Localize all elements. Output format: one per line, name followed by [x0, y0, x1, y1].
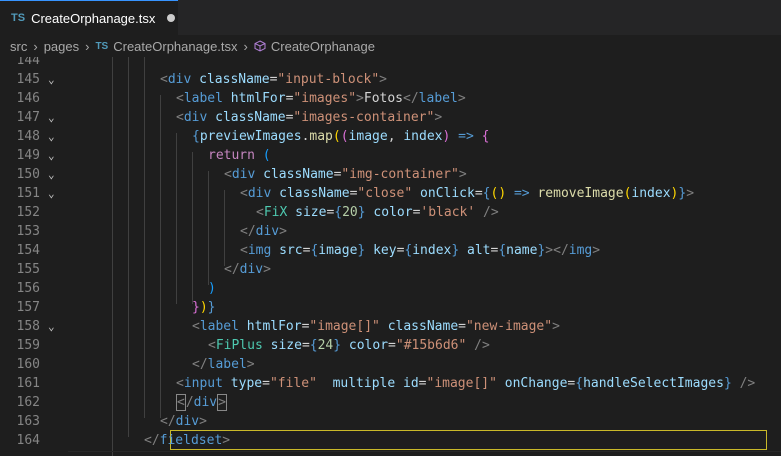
line-number: 145: [16, 72, 40, 87]
code-line: 146 <label htmlFor="images">Fotos</label…: [0, 89, 781, 108]
code-text: </fieldset>: [144, 433, 231, 448]
typescript-icon: TS: [11, 12, 26, 24]
code-text: <FiPlus size={24} color="#15b6d6" />: [208, 338, 490, 353]
code-line: 150 ⌄ <div className="img-container">: [0, 165, 781, 184]
fold-icon[interactable]: ⌄: [48, 317, 60, 336]
tab-bar: TS CreateOrphanage.tsx: [0, 0, 781, 35]
code-text: <div className="images-container">: [176, 110, 443, 125]
code-line: 161 <input type="file" multiple id="imag…: [0, 374, 781, 393]
code-line: 153 </div>: [0, 222, 781, 241]
breadcrumb-symbol[interactable]: CreateOrphanage: [271, 39, 375, 54]
code-text: </div>: [160, 414, 207, 429]
code-text: })}: [192, 300, 216, 315]
code-text: ): [208, 281, 216, 296]
line-number: 155: [16, 262, 40, 277]
code-line: 149 ⌄ return (: [0, 146, 781, 165]
line-number: 150: [16, 167, 40, 182]
line-number: 149: [16, 148, 40, 163]
fold-icon[interactable]: ⌄: [48, 146, 60, 165]
code-line: 154 <img src={image} key={index} alt={na…: [0, 241, 781, 260]
code-text: <FiX size={20} color='black' />: [256, 205, 499, 220]
code-text: <input type="file" multiple id="image[]"…: [176, 376, 756, 391]
line-number: 153: [16, 224, 40, 239]
line-number: 154: [16, 243, 40, 258]
code-text: <div className="close" onClick={() => re…: [240, 186, 695, 201]
tab-title: CreateOrphanage.tsx: [31, 10, 156, 26]
code-text: return (: [208, 148, 271, 163]
code-text: </div>: [176, 394, 227, 411]
code-line: 155 </div>: [0, 260, 781, 279]
line-number: 160: [16, 357, 40, 372]
line-number: 144: [16, 57, 40, 68]
line-number: 164: [16, 433, 40, 448]
breadcrumb-pages[interactable]: pages: [44, 39, 79, 54]
code-line: 151 ⌄ <div className="close" onClick={()…: [0, 184, 781, 203]
code-line: 157 })}: [0, 298, 781, 317]
code-line: 148 ⌄ {previewImages.map((image, index) …: [0, 127, 781, 146]
code-editor[interactable]: 144 145 ⌄ <div className="input-block"> …: [0, 57, 781, 456]
chevron-right-icon: ›: [243, 38, 248, 54]
typescript-icon: TS: [95, 40, 109, 52]
unsaved-dot-icon[interactable]: [167, 14, 176, 22]
line-number: 152: [16, 205, 40, 220]
chevron-right-icon: ›: [85, 38, 90, 54]
fold-icon[interactable]: ⌄: [48, 184, 60, 203]
code-line: 158 ⌄ <label htmlFor="image[]" className…: [0, 317, 781, 336]
code-text: <label htmlFor="image[]" className="new-…: [192, 319, 560, 334]
code-line: 144: [0, 57, 781, 70]
line-number: 148: [16, 129, 40, 144]
code-text: </div>: [240, 224, 287, 239]
line-number: 162: [16, 395, 40, 410]
fold-icon[interactable]: ⌄: [48, 70, 60, 89]
code-line: 162 </div>: [0, 393, 781, 412]
current-line-highlight: [68, 451, 781, 456]
code-line: 152 <FiX size={20} color='black' />: [0, 203, 781, 222]
fold-icon[interactable]: ⌄: [48, 165, 60, 184]
code-text: {previewImages.map((image, index) => {: [192, 129, 490, 144]
line-number: 147: [16, 110, 40, 125]
code-text: <div className="img-container">: [224, 167, 467, 182]
code-line: 147 ⌄ <div className="images-container">: [0, 108, 781, 127]
chevron-right-icon: ›: [33, 38, 38, 54]
line-number: 163: [16, 414, 40, 429]
code-line: 159 <FiPlus size={24} color="#15b6d6" />: [0, 336, 781, 355]
code-text: <label htmlFor="images">Fotos</label>: [176, 91, 466, 106]
code-text: <img src={image} key={index} alt={name}>…: [240, 243, 601, 258]
code-line: 156 ): [0, 279, 781, 298]
breadcrumb-file[interactable]: CreateOrphanage.tsx: [113, 39, 237, 54]
breadcrumb-src[interactable]: src: [10, 39, 27, 54]
line-number: 146: [16, 91, 40, 106]
line-number: 157: [16, 300, 40, 315]
code-line: 164 </fieldset>: [0, 431, 781, 450]
line-number: 151: [16, 186, 40, 201]
line-number: 159: [16, 338, 40, 353]
code-line: 145 ⌄ <div className="input-block">: [0, 70, 781, 89]
code-text: </div>: [224, 262, 271, 277]
code-line: 160 </label>: [0, 355, 781, 374]
code-line: 163 </div>: [0, 412, 781, 431]
line-number: 161: [16, 376, 40, 391]
cube-icon: [254, 40, 266, 52]
fold-icon[interactable]: ⌄: [48, 108, 60, 127]
code-text: </label>: [192, 357, 255, 372]
code-text: <div className="input-block">: [160, 72, 387, 87]
line-number: 156: [16, 281, 40, 296]
tab-create-orphanage[interactable]: TS CreateOrphanage.tsx: [0, 0, 178, 35]
breadcrumb: src › pages › TS CreateOrphanage.tsx › C…: [0, 35, 781, 57]
fold-icon[interactable]: ⌄: [48, 127, 60, 146]
line-number: 158: [16, 319, 40, 334]
